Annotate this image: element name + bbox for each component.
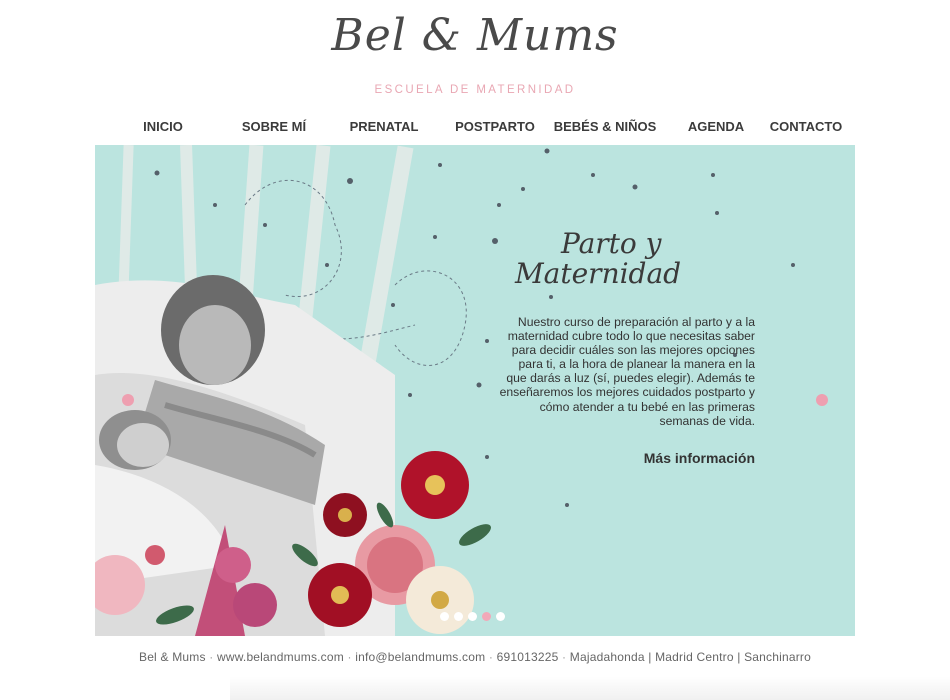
- slider-pagination: [440, 608, 510, 622]
- nav-item-postparto[interactable]: POSTPARTO: [453, 112, 537, 142]
- footer-phone: 691013225: [496, 650, 559, 664]
- nav-item-sobre-mi[interactable]: SOBRE MÍ: [237, 112, 311, 142]
- nav-item-bebes-ninos[interactable]: BEBÉS & NIÑOS: [553, 112, 657, 142]
- slider-next-button[interactable]: [816, 394, 828, 406]
- more-info-link[interactable]: Más información: [575, 450, 755, 466]
- hero-slider: Parto y Maternidad Nuestro curso de prep…: [95, 145, 855, 636]
- slider-dot[interactable]: [496, 612, 505, 622]
- slider-dot-active[interactable]: [482, 612, 491, 622]
- footer-site-name: Bel & Mums: [138, 650, 206, 664]
- footer-locations: Majadahonda | Madrid Centro | Sanchinarr…: [569, 650, 811, 664]
- nav-item-agenda[interactable]: AGENDA: [685, 112, 747, 142]
- logo-tagline: ESCUELA DE MATERNIDAD: [374, 84, 576, 96]
- footer-email-link[interactable]: info@belandmums.com: [355, 650, 485, 664]
- hero-title-line2: Maternidad: [515, 257, 682, 290]
- slider-prev-button[interactable]: [122, 394, 134, 406]
- footer-separator: ·: [209, 650, 214, 664]
- nav-item-inicio[interactable]: INICIO: [137, 112, 189, 142]
- footer-url-link[interactable]: www.belandmums.com: [217, 650, 344, 664]
- slider-dot[interactable]: [454, 612, 463, 622]
- site-logo[interactable]: Bel & Mums ESCUELA DE MATERNIDAD: [0, 4, 950, 96]
- nav-item-contacto[interactable]: CONTACTO: [769, 112, 843, 142]
- page-bottom-shadow: [230, 676, 950, 700]
- nav-item-prenatal[interactable]: PRENATAL: [347, 112, 421, 142]
- footer: Bel & Mums · www.belandmums.com · info@b…: [0, 650, 950, 664]
- slider-dot[interactable]: [440, 612, 449, 622]
- footer-separator: ·: [347, 650, 352, 664]
- hero-description: Nuestro curso de preparación al parto y …: [499, 315, 755, 428]
- hero-title-line1: Parto y: [561, 227, 662, 260]
- footer-separator: ·: [488, 650, 494, 664]
- main-nav: INICIO SOBRE MÍ PRENATAL POSTPARTO BEBÉS…: [95, 112, 855, 142]
- footer-separator: ·: [562, 650, 567, 664]
- logo-wordmark: Bel & Mums: [331, 10, 619, 61]
- hero-title: Parto y Maternidad: [509, 227, 729, 297]
- slider-dot[interactable]: [468, 612, 477, 622]
